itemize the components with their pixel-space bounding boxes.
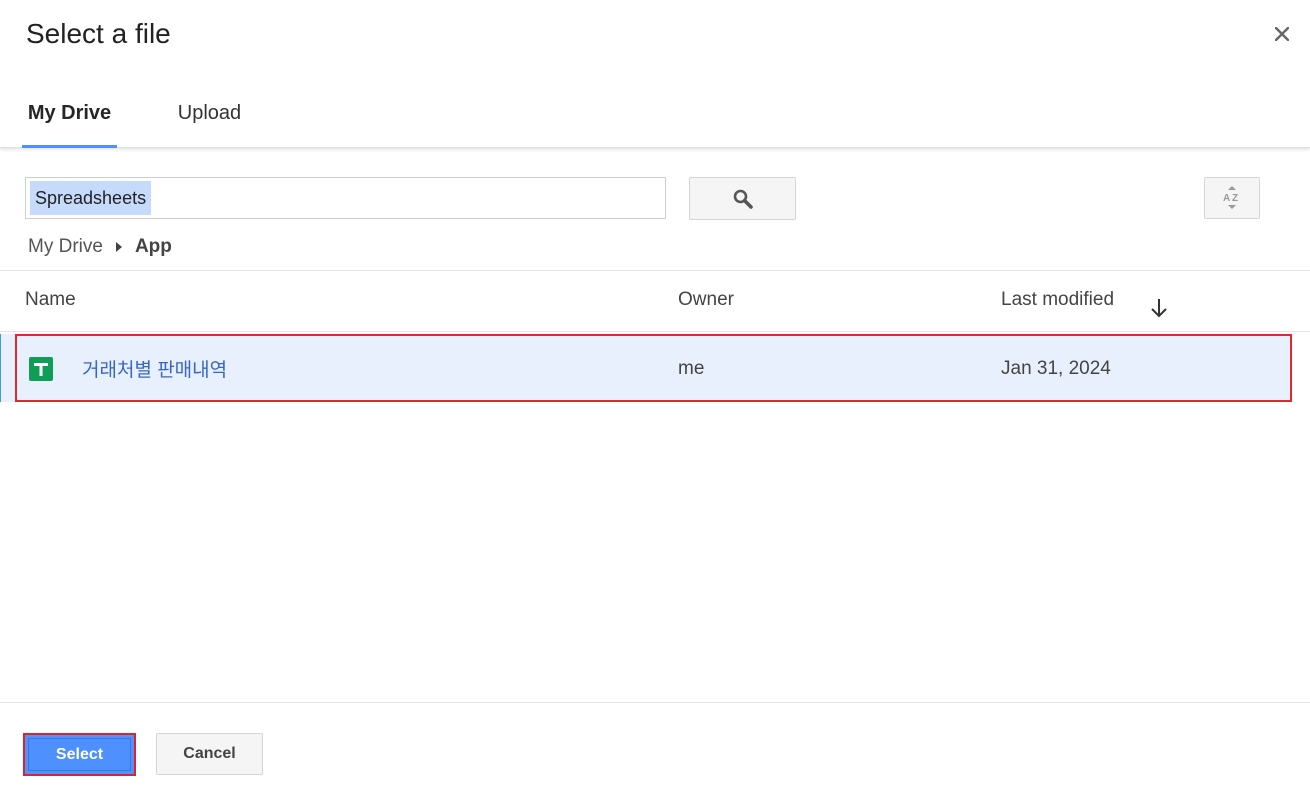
arrow-down-icon[interactable] <box>1150 297 1168 319</box>
google-sheets-icon <box>29 357 53 381</box>
select-button[interactable]: Select <box>23 733 136 776</box>
divider <box>0 270 1310 271</box>
svg-text:A: A <box>1223 193 1230 204</box>
cancel-button[interactable]: Cancel <box>156 733 263 775</box>
close-button[interactable] <box>1268 20 1296 48</box>
breadcrumb-my-drive[interactable]: My Drive <box>28 236 103 258</box>
breadcrumb: My Drive App <box>28 234 172 260</box>
file-name[interactable]: 거래처별 판매내역 <box>82 355 227 382</box>
divider <box>0 702 1310 703</box>
file-owner: me <box>678 358 705 379</box>
column-header-name[interactable]: Name <box>25 289 76 311</box>
sort-az-button[interactable]: A Z <box>1204 177 1260 219</box>
tab-my-drive[interactable]: My Drive <box>22 78 117 148</box>
dialog-title: Select a file <box>26 18 171 49</box>
breadcrumb-current-folder: App <box>134 236 172 257</box>
tab-upload[interactable]: Upload <box>162 78 257 148</box>
breadcrumb-separator-icon <box>115 242 122 252</box>
search-input[interactable]: Spreadsheets <box>25 177 666 219</box>
svg-text:Z: Z <box>1232 193 1238 204</box>
column-header-last-modified[interactable]: Last modified <box>1001 289 1114 311</box>
search-input-value: Spreadsheets <box>30 181 152 215</box>
search-icon <box>733 189 753 209</box>
sort-az-icon: A Z <box>1223 186 1238 209</box>
tab-bar: My Drive Upload <box>0 78 1310 148</box>
select-button-label: Select <box>55 745 104 763</box>
close-icon <box>1275 27 1289 41</box>
search-button[interactable] <box>689 177 796 220</box>
column-header-owner[interactable]: Owner <box>678 289 734 311</box>
file-last-modified: Jan 31, 2024 <box>1001 358 1111 379</box>
divider <box>0 331 1310 332</box>
